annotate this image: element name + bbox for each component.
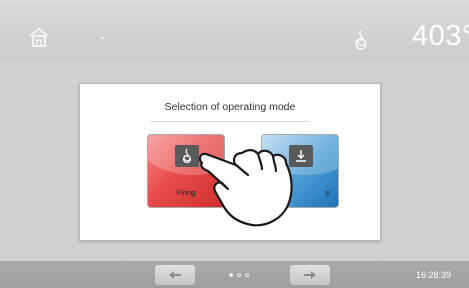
furnace-temperature: 403° <box>412 20 469 52</box>
pointing-hand-icon <box>198 149 293 227</box>
next-page-button[interactable] <box>290 265 330 285</box>
home-icon[interactable] <box>28 27 50 47</box>
arrow-left-icon <box>169 271 181 279</box>
page-dot <box>237 273 241 277</box>
status-bar: 403° <box>0 1 469 61</box>
divider <box>150 121 310 122</box>
navigation-bar <box>0 261 469 288</box>
arrow-right-icon <box>304 271 316 279</box>
dialog-title: Selection of operating mode <box>164 101 296 113</box>
flame-icon <box>352 28 370 50</box>
previous-page-button[interactable] <box>155 265 195 285</box>
touch-screen: 403° Selection of operating mode Firing <box>0 0 469 288</box>
page-indicator <box>229 273 259 279</box>
page-dot <box>245 273 249 277</box>
clock: 16:28:39 <box>416 270 452 280</box>
page-dot <box>229 273 233 277</box>
status-indicator <box>100 37 104 39</box>
